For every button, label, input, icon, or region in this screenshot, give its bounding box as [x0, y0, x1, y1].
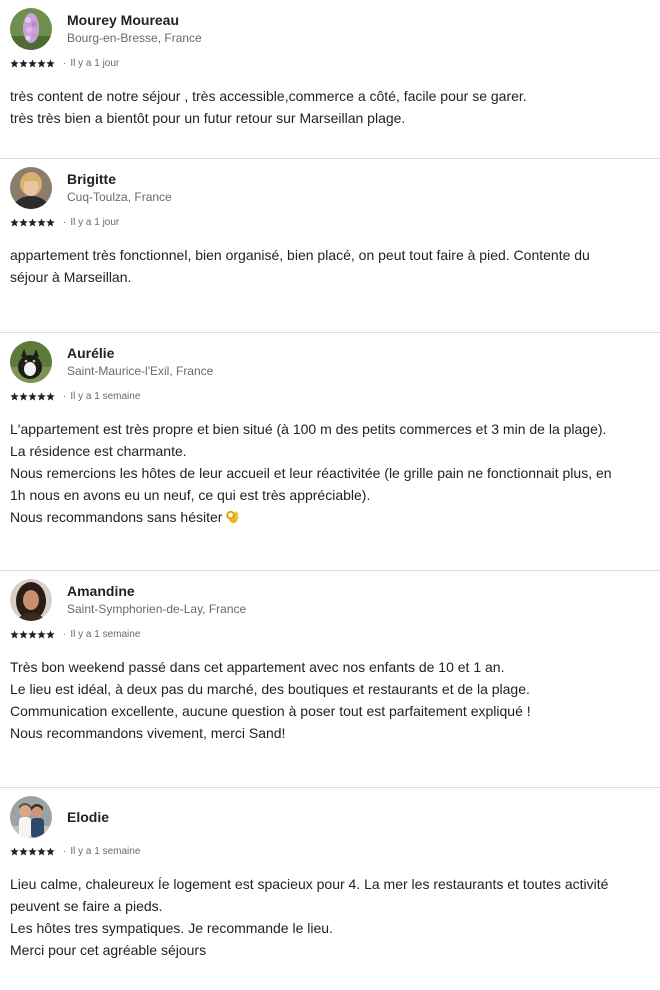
separator-dot: ·	[63, 846, 67, 857]
reviewer-location: Saint-Maurice-l'Exil, France	[67, 364, 214, 378]
separator-dot: ·	[63, 58, 67, 69]
star-icon	[10, 218, 19, 227]
star-icon	[28, 59, 37, 68]
review-item: Aurélie Saint-Maurice-l'Exil, France · I…	[0, 333, 660, 571]
star-icon	[19, 59, 28, 68]
reviewer-name: Aurélie	[67, 345, 115, 361]
star-icon	[10, 847, 19, 856]
star-icon	[37, 630, 46, 639]
couple-photo-icon	[10, 796, 52, 838]
review-text: très content de notre séjour , très acce…	[10, 85, 650, 129]
star-rating	[10, 392, 55, 401]
star-icon	[46, 59, 55, 68]
review-line: Très bon weekend passé dans cet appartem…	[10, 659, 505, 675]
star-icon	[46, 847, 55, 856]
review-line: Les hôtes tres sympatiques. Je recommand…	[10, 920, 333, 936]
review-date: Il y a 1 jour	[70, 217, 120, 228]
review-line: Nous recommandons sans hésiter	[10, 509, 223, 525]
review-header: Amandine Saint-Symphorien-de-Lay, France	[10, 579, 246, 621]
star-rating	[10, 59, 55, 68]
separator-dot: ·	[63, 391, 67, 402]
star-icon	[10, 630, 19, 639]
review-line: très content de notre séjour , très acce…	[10, 88, 527, 104]
separator-dot: ·	[63, 217, 67, 228]
review-meta: · Il y a 1 jour	[10, 217, 119, 228]
avatar[interactable]	[10, 796, 52, 838]
review-text: Lieu calme, chaleureux Íe logement est s…	[10, 873, 650, 961]
star-icon	[19, 392, 28, 401]
review-line: Nous recommandons vivement, merci Sand!	[10, 725, 286, 741]
review-text: appartement très fonctionnel, bien organ…	[10, 244, 650, 288]
flower-photo-icon	[10, 8, 52, 50]
review-line: très très bien a bientôt pour un futur r…	[10, 110, 406, 126]
review-line: Nous remercions les hôtes de leur accuei…	[10, 465, 612, 481]
star-icon	[37, 392, 46, 401]
star-rating	[10, 218, 55, 227]
avatar[interactable]	[10, 8, 52, 50]
review-meta: · Il y a 1 semaine	[10, 629, 140, 640]
review-meta: · Il y a 1 jour	[10, 58, 119, 69]
review-meta: · Il y a 1 semaine	[10, 391, 140, 402]
reviewer-location: Bourg-en-Bresse, France	[67, 31, 202, 45]
review-header: Mourey Moureau Bourg-en-Bresse, France	[10, 8, 202, 50]
star-icon	[37, 847, 46, 856]
star-icon	[28, 218, 37, 227]
star-icon	[19, 847, 28, 856]
star-icon	[46, 392, 55, 401]
review-line: séjour à Marseillan.	[10, 269, 132, 285]
review-line: peuvent se faire a pieds.	[10, 898, 163, 914]
review-line: appartement très fonctionnel, bien organ…	[10, 247, 590, 263]
review-date: Il y a 1 semaine	[70, 629, 141, 640]
star-icon	[28, 847, 37, 856]
cat-photo-icon	[10, 341, 52, 383]
review-item: Mourey Moureau Bourg-en-Bresse, France ·…	[0, 0, 660, 159]
review-line: La résidence est charmante.	[10, 443, 187, 459]
review-date: Il y a 1 semaine	[70, 846, 141, 857]
ok-hand-emoji-icon	[226, 510, 240, 524]
reviewer-name: Brigitte	[67, 171, 116, 187]
review-line: Lieu calme, chaleureux Íe logement est s…	[10, 876, 609, 892]
avatar[interactable]	[10, 579, 52, 621]
star-icon	[28, 392, 37, 401]
reviewer-location: Cuq-Toulza, France	[67, 190, 172, 204]
star-icon	[46, 218, 55, 227]
reviewer-name: Mourey Moureau	[67, 12, 180, 28]
star-icon	[10, 392, 19, 401]
review-line: Merci pour cet agréable séjours	[10, 942, 207, 958]
reviewer-location: Saint-Symphorien-de-Lay, France	[67, 602, 247, 616]
review-date: Il y a 1 semaine	[70, 391, 141, 402]
review-line: Le lieu est idéal, à deux pas du marché,…	[10, 681, 530, 697]
star-rating	[10, 630, 55, 639]
star-icon	[28, 630, 37, 639]
review-item: Amandine Saint-Symphorien-de-Lay, France…	[0, 571, 660, 788]
star-icon	[19, 630, 28, 639]
review-text: L'appartement est très propre et bien si…	[10, 418, 650, 528]
star-rating	[10, 847, 55, 856]
person-photo-icon	[10, 579, 52, 621]
star-icon	[19, 218, 28, 227]
person-photo-icon	[10, 167, 52, 209]
review-line: L'appartement est très propre et bien si…	[10, 421, 607, 437]
star-icon	[37, 59, 46, 68]
star-icon	[46, 630, 55, 639]
review-meta: · Il y a 1 semaine	[10, 846, 140, 857]
review-header: Brigitte Cuq-Toulza, France	[10, 167, 172, 209]
star-icon	[37, 218, 46, 227]
review-header: Aurélie Saint-Maurice-l'Exil, France	[10, 341, 213, 383]
separator-dot: ·	[63, 629, 67, 640]
review-header: Elodie	[10, 796, 109, 838]
review-line: 1h nous en avons eu un neuf, ce qui est …	[10, 487, 371, 503]
review-line: Communication excellente, aucune questio…	[10, 703, 531, 719]
star-icon	[10, 59, 19, 68]
review-text: Très bon weekend passé dans cet appartem…	[10, 656, 650, 744]
review-line-with-emoji: Nous recommandons sans hésiter	[10, 506, 650, 528]
reviewer-name: Elodie	[67, 808, 110, 825]
review-date: Il y a 1 jour	[70, 58, 120, 69]
avatar[interactable]	[10, 167, 52, 209]
reviewer-name: Amandine	[67, 583, 135, 599]
review-item: Elodie · Il y a 1 semaine Lieu calme, ch…	[0, 788, 660, 988]
avatar[interactable]	[10, 341, 52, 383]
review-item: Brigitte Cuq-Toulza, France · Il y a 1 j…	[0, 159, 660, 333]
